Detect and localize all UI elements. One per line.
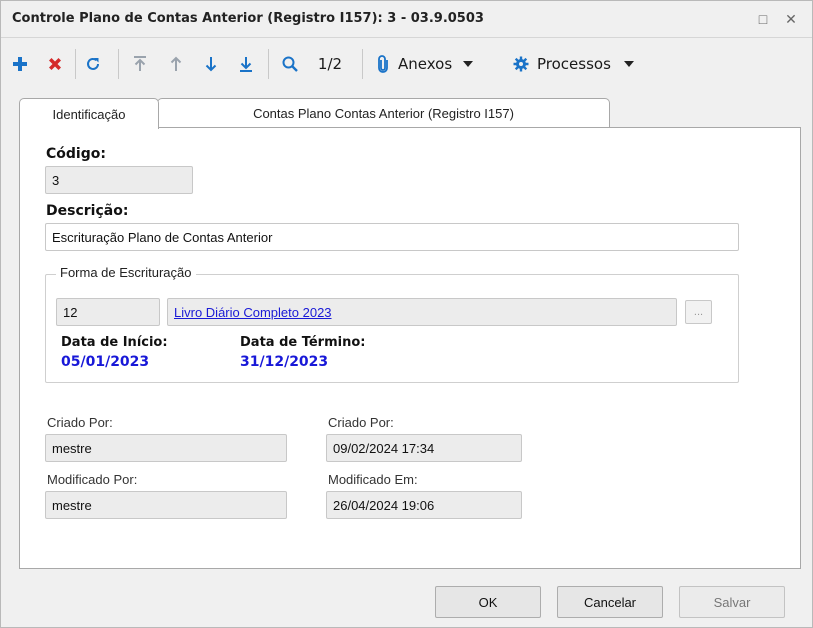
- dropdown-arrow-icon: [463, 61, 474, 67]
- modificado-por-label: Modificado Por:: [47, 472, 138, 487]
- cancel-button-label: Cancelar: [583, 594, 637, 610]
- criado-por-label: Criado Por:: [47, 415, 113, 430]
- forma-code-value: 12: [63, 304, 78, 320]
- criado-em-field: 09/02/2024 17:34: [326, 434, 522, 462]
- toolbar: 1/2 Anexos Processos: [1, 39, 812, 89]
- modificado-por-field: mestre: [45, 491, 287, 519]
- close-icon[interactable]: ✕: [781, 9, 801, 29]
- forma-description-link[interactable]: Livro Diário Completo 2023: [174, 305, 332, 320]
- tab-label: Contas Plano Contas Anterior (Registro I…: [253, 106, 514, 121]
- last-record-icon[interactable]: [235, 51, 257, 77]
- modificado-em-field: 26/04/2024 19:06: [326, 491, 522, 519]
- paperclip-icon: [377, 55, 389, 73]
- forma-description-field[interactable]: Livro Diário Completo 2023: [167, 298, 677, 326]
- search-icon[interactable]: [278, 51, 302, 77]
- modificado-em-value: 26/04/2024 19:06: [333, 497, 435, 513]
- codigo-value: 3: [52, 172, 60, 188]
- modificado-em-label: Modificado Em:: [328, 472, 418, 487]
- tab-label: Identificação: [52, 106, 126, 122]
- data-inicio-label: Data de Início:: [61, 335, 168, 350]
- codigo-field[interactable]: 3: [45, 166, 193, 194]
- processes-label: Processos: [537, 55, 611, 73]
- dropdown-arrow-icon: [623, 61, 634, 67]
- lookup-button-label: ...: [693, 306, 704, 318]
- descricao-value: Escrituração Plano de Contas Anterior: [52, 229, 273, 245]
- criado-por-field: mestre: [45, 434, 287, 462]
- maximize-icon[interactable]: □: [753, 9, 773, 29]
- attachments-label: Anexos: [398, 55, 453, 73]
- criado-em-value: 09/02/2024 17:34: [333, 440, 435, 456]
- tab-identificacao[interactable]: Identificação: [19, 98, 159, 129]
- toolbar-separator: [268, 49, 269, 79]
- attachments-menu-button[interactable]: Anexos: [377, 51, 501, 77]
- first-record-icon[interactable]: [129, 51, 151, 77]
- previous-record-icon[interactable]: [165, 51, 187, 77]
- save-button[interactable]: Salvar: [679, 586, 785, 618]
- criado-por-value: mestre: [52, 440, 92, 456]
- forma-code-field[interactable]: 12: [56, 298, 160, 326]
- processes-menu-button[interactable]: Processos: [513, 51, 658, 77]
- modificado-por-value: mestre: [52, 497, 92, 513]
- toolbar-separator: [75, 49, 76, 79]
- data-inicio-value: 05/01/2023: [61, 354, 150, 370]
- next-record-icon[interactable]: [200, 51, 222, 77]
- page-indicator: 1/2: [317, 55, 343, 73]
- save-button-label: Salvar: [713, 594, 751, 610]
- ok-button[interactable]: OK: [435, 586, 541, 618]
- dialog-window: Controle Plano de Contas Anterior (Regis…: [0, 0, 813, 628]
- descricao-input[interactable]: Escrituração Plano de Contas Anterior: [45, 223, 739, 251]
- window-title: Controle Plano de Contas Anterior (Regis…: [12, 11, 484, 26]
- descricao-label: Descrição:: [46, 203, 129, 219]
- refresh-icon[interactable]: [81, 51, 105, 77]
- title-bar: Controle Plano de Contas Anterior (Regis…: [1, 1, 812, 38]
- gear-icon: [513, 56, 529, 72]
- ok-button-label: OK: [478, 594, 498, 610]
- tab-contas-plano-anterior[interactable]: Contas Plano Contas Anterior (Registro I…: [157, 98, 610, 128]
- codigo-label: Código:: [46, 146, 106, 162]
- data-termino-value: 31/12/2023: [240, 354, 329, 370]
- toolbar-separator: [362, 49, 363, 79]
- toolbar-separator: [118, 49, 119, 79]
- criado-em-label: Criado Por:: [328, 415, 394, 430]
- forma-escrituracao-legend: Forma de Escrituração: [56, 265, 196, 280]
- cancel-button[interactable]: Cancelar: [557, 586, 663, 618]
- lookup-button[interactable]: ...: [685, 300, 712, 324]
- delete-icon[interactable]: [44, 51, 66, 77]
- data-termino-label: Data de Término:: [240, 335, 366, 350]
- add-icon[interactable]: [9, 51, 31, 77]
